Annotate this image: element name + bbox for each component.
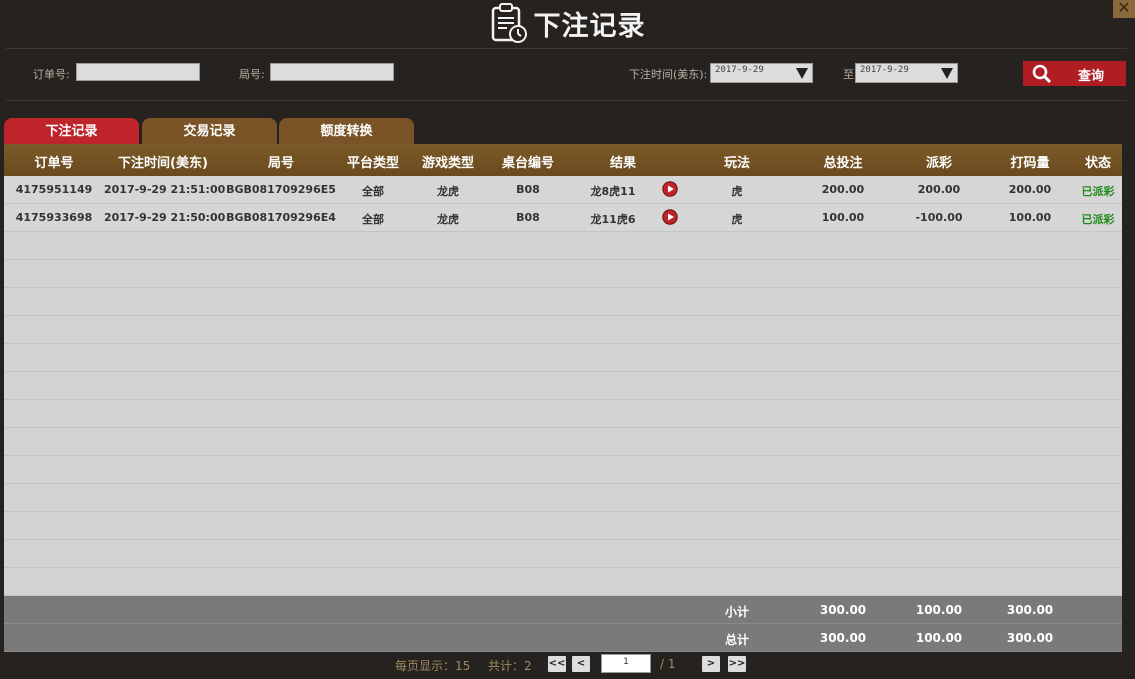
empty-row (4, 540, 1122, 568)
play-type-cell: 虎 (731, 213, 743, 226)
order-cell: 4175951149 (15, 183, 93, 196)
tab-credit-transfer[interactable]: 额度转换 (279, 118, 414, 144)
column-header: 订单号 (34, 156, 74, 171)
game-cell: 龙虎 (437, 185, 459, 198)
empty-row (4, 372, 1122, 400)
total-valid-bet: 300.00 (1006, 631, 1054, 645)
status-badge: 已派彩 (1081, 213, 1115, 226)
bet-cell: 100.00 (821, 211, 865, 224)
result-cell: 龙8虎11 (590, 185, 636, 198)
page-title: 下注记录 (533, 10, 646, 42)
empty-row (4, 428, 1122, 456)
dropdown-arrow-icon (941, 68, 953, 79)
column-header: 下注时间(美东) (118, 156, 208, 171)
page-number-input[interactable]: 1 (601, 654, 651, 673)
page-of-text: / 1 (660, 657, 676, 671)
last-page-button[interactable]: >> (728, 656, 746, 672)
empty-row (4, 344, 1122, 372)
page-header: 下注记录 (0, 0, 1135, 48)
total-bet: 300.00 (819, 631, 867, 645)
result-cell: 龙11虎6 (590, 213, 636, 226)
date-to-value: 2017-9-29 (860, 65, 909, 75)
time-cell: 2017-9-29 21:51:00 (104, 183, 226, 196)
total-label: 总计 (724, 633, 749, 647)
round-number-label: 局号: (239, 68, 265, 81)
platform-cell: 全部 (362, 185, 384, 198)
subtotal-bet: 300.00 (819, 603, 867, 617)
platform-cell: 全部 (362, 213, 384, 226)
subtotal-valid-bet: 300.00 (1006, 603, 1054, 617)
table-header: 订单号 下注时间(美东) 局号 平台类型 游戏类型 桌台编号 结果 玩法 总投注… (4, 144, 1122, 176)
game-cell: 龙虎 (437, 213, 459, 226)
play-replay-icon[interactable] (662, 181, 678, 197)
table-row: 4175951149 2017-9-29 21:51:00 BGB0817092… (4, 176, 1122, 204)
to-label: 至 (843, 68, 854, 81)
tab-bet-records[interactable]: 下注记录 (4, 118, 139, 144)
payout-cell: -100.00 (915, 211, 963, 224)
subtotal-label: 小计 (724, 605, 749, 619)
payout-cell: 200.00 (917, 183, 961, 196)
column-header: 平台类型 (346, 156, 399, 171)
column-header: 打码量 (1010, 156, 1050, 171)
status-badge: 已派彩 (1081, 185, 1115, 198)
divider (6, 100, 1127, 101)
table-no-cell: B08 (516, 211, 540, 224)
round-cell: BGB081709296E4 (226, 211, 336, 224)
query-button[interactable]: 查询 (1023, 61, 1126, 86)
dropdown-arrow-icon (796, 68, 808, 79)
empty-row (4, 400, 1122, 428)
valid-bet-cell: 100.00 (1008, 211, 1052, 224)
first-page-button[interactable]: << (548, 656, 566, 672)
per-page-text: 每页显示：15 (395, 659, 471, 673)
table-row: 4175933698 2017-9-29 21:50:00 BGB0817092… (4, 204, 1122, 232)
column-header: 状态 (1084, 156, 1111, 171)
next-page-button[interactable]: > (702, 656, 720, 672)
column-header: 总投注 (823, 156, 863, 171)
valid-bet-cell: 200.00 (1008, 183, 1052, 196)
empty-row (4, 484, 1122, 512)
records-table: 订单号 下注时间(美东) 局号 平台类型 游戏类型 桌台编号 结果 玩法 总投注… (4, 144, 1122, 652)
total-row: 总计 300.00 100.00 300.00 (4, 624, 1122, 652)
column-header: 派彩 (925, 156, 952, 171)
prev-page-button[interactable]: < (572, 656, 590, 672)
play-type-cell: 虎 (731, 185, 743, 198)
search-bar: 订单号: 局号: 下注时间(美东): 2017-9-29 至 2017-9-29… (0, 61, 1135, 86)
empty-row (4, 316, 1122, 344)
empty-row (4, 568, 1122, 596)
subtotal-payout: 100.00 (915, 603, 963, 617)
column-header: 桌台编号 (501, 156, 554, 171)
column-header: 游戏类型 (421, 156, 474, 171)
order-number-input[interactable] (76, 63, 200, 81)
play-replay-icon[interactable] (662, 209, 678, 225)
search-icon (1032, 64, 1052, 84)
column-header: 玩法 (723, 156, 750, 171)
order-cell: 4175933698 (15, 211, 93, 224)
empty-row (4, 456, 1122, 484)
subtotal-row: 小计 300.00 100.00 300.00 (4, 596, 1122, 624)
bet-cell: 200.00 (821, 183, 865, 196)
date-to-select[interactable]: 2017-9-29 (855, 63, 958, 83)
empty-row (4, 512, 1122, 540)
bet-time-label: 下注时间(美东): (629, 68, 708, 81)
round-number-input[interactable] (270, 63, 394, 81)
query-button-label: 查询 (1078, 69, 1105, 84)
column-header: 结果 (609, 156, 636, 171)
empty-row (4, 232, 1122, 260)
column-header: 局号 (267, 156, 294, 171)
tab-transaction-records[interactable]: 交易记录 (142, 118, 277, 144)
time-cell: 2017-9-29 21:50:00 (104, 211, 226, 224)
table-no-cell: B08 (516, 183, 540, 196)
total-payout: 100.00 (915, 631, 963, 645)
empty-row (4, 288, 1122, 316)
divider (6, 48, 1127, 49)
order-number-label: 订单号: (33, 68, 70, 81)
total-count-text: 共计：2 (488, 659, 532, 673)
date-from-value: 2017-9-29 (715, 65, 764, 75)
empty-row (4, 260, 1122, 288)
date-from-select[interactable]: 2017-9-29 (710, 63, 813, 83)
round-cell: BGB081709296E5 (226, 183, 336, 196)
clipboard-clock-icon (491, 3, 527, 43)
pagination: 每页显示：15 共计：2 << < 1 / 1 > >> (0, 654, 1135, 674)
